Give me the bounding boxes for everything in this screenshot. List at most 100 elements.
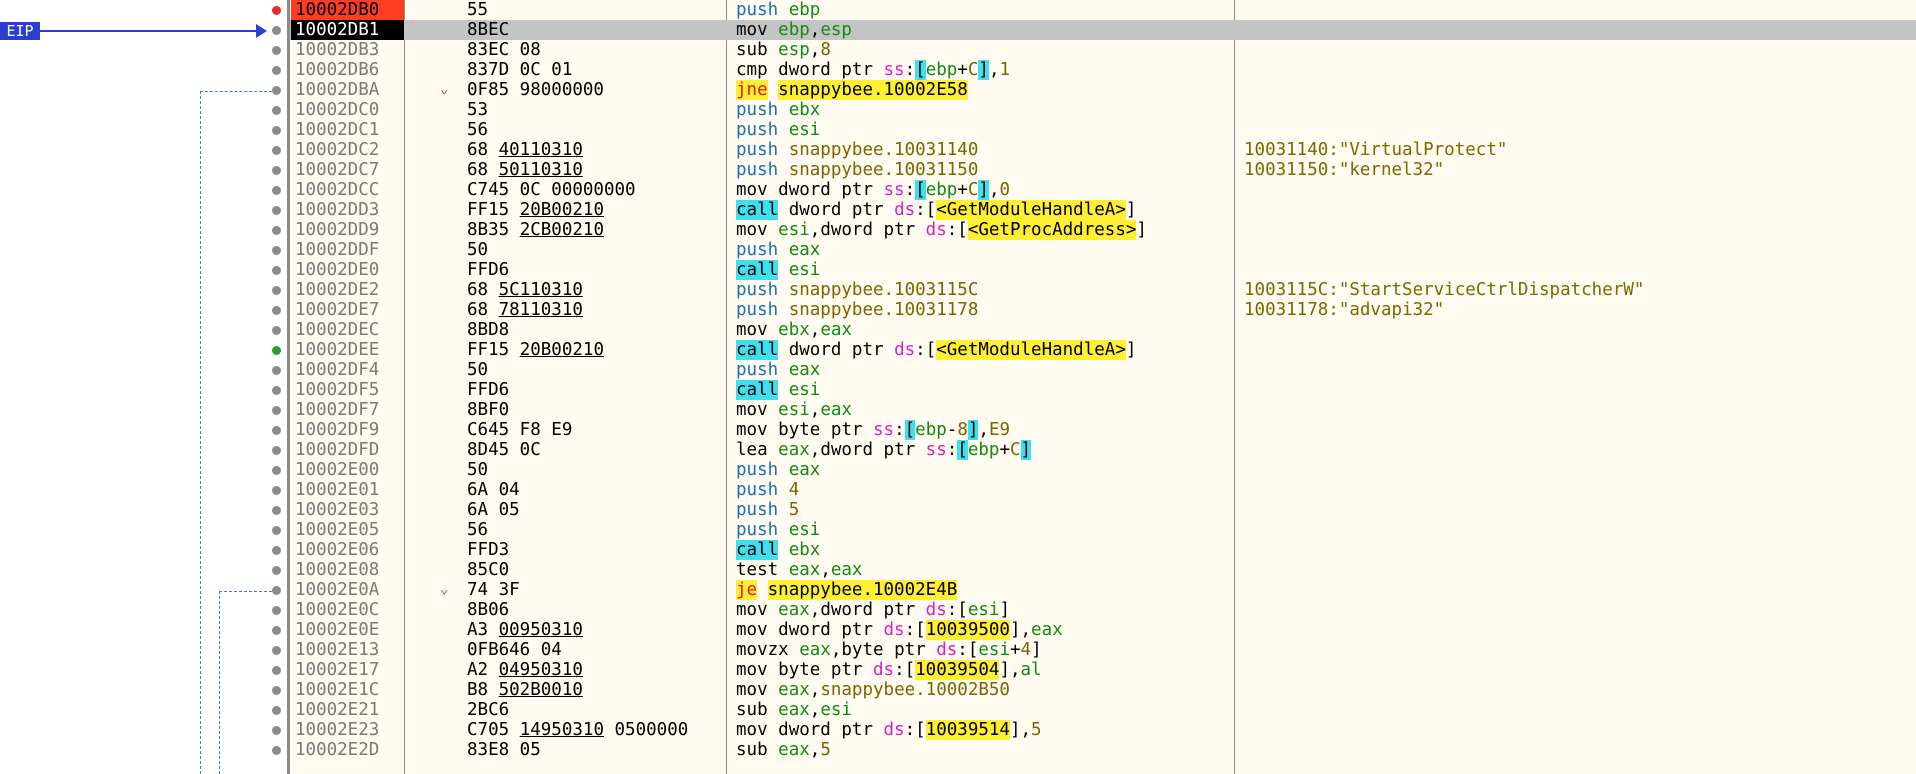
breakpoint-toggle-dot[interactable]: [272, 506, 281, 515]
instruction-row[interactable]: 10002DD3 FF15 20B00210 call dword ptr ds:[…: [290, 200, 1916, 220]
breakpoint-toggle-dot[interactable]: [272, 606, 281, 615]
breakpoint-toggle-dot[interactable]: [272, 46, 281, 55]
disassembly-token: esi: [788, 260, 821, 280]
instruction-row[interactable]: 10002DE0 FFD6 call esi: [290, 260, 1916, 280]
breakpoint-toggle-dot[interactable]: [272, 526, 281, 535]
bytes-token: 55: [467, 0, 489, 20]
breakpoint-toggle-dot[interactable]: [272, 706, 281, 715]
breakpoint-toggle-dot[interactable]: [272, 406, 281, 415]
disassembly-token: push: [736, 160, 779, 180]
instruction-row[interactable]: 10002DC0 53 push ebx: [290, 100, 1916, 120]
breakpoint-toggle-dot[interactable]: [272, 566, 281, 575]
instruction-disassembly: movzx eax,byte ptr ds:[esi+4]: [736, 640, 1042, 660]
breakpoint-toggle-dot[interactable]: [272, 66, 281, 75]
instruction-row[interactable]: 10002DC2 68 40110310 push snappybee.100311…: [290, 140, 1916, 160]
instruction-disassembly: push snappybee.10031140: [736, 140, 978, 160]
disassembly-listing[interactable]: 10002DB0 55 push ebp 10002DB1 8BEC mov ebp,es…: [290, 0, 1916, 774]
instruction-row[interactable]: 10002DC7 68 50110310 push snappybee.100311…: [290, 160, 1916, 180]
instruction-row[interactable]: 10002E13 0FB646 04 movzx eax,byte ptr ds:[…: [290, 640, 1916, 660]
disassembly-token: [768, 680, 779, 700]
jump-chevron-icon[interactable]: ⌄: [440, 579, 448, 599]
breakpoint-toggle-dot[interactable]: [272, 246, 281, 255]
instruction-row[interactable]: 10002E00 50 push eax: [290, 460, 1916, 480]
breakpoint-toggle-dot[interactable]: [272, 746, 281, 755]
breakpoint-toggle-dot[interactable]: [272, 26, 281, 35]
breakpoint-toggle-dot[interactable]: [272, 666, 281, 675]
instruction-row[interactable]: 10002DEE FF15 20B00210 call dword ptr ds:[…: [290, 340, 1916, 360]
disassembly-token: sub: [736, 740, 768, 760]
breakpoint-toggle-dot[interactable]: [272, 726, 281, 735]
breakpoint-toggle-dot[interactable]: [272, 306, 281, 315]
instruction-row[interactable]: 10002E0A ⌄ 74 3F je snappybee.10002E4B: [290, 580, 1916, 600]
instruction-row[interactable]: 10002E06 FFD3 call ebx: [290, 540, 1916, 560]
instruction-row[interactable]: 10002DC1 56 push esi: [290, 120, 1916, 140]
breakpoint-toggle-dot[interactable]: [272, 626, 281, 635]
breakpoint-toggle-dot[interactable]: [272, 86, 281, 95]
instruction-row[interactable]: 10002DE2 68 5C110310 push snappybee.100311…: [290, 280, 1916, 300]
instruction-row[interactable]: 10002DDF 50 push eax: [290, 240, 1916, 260]
instruction-row[interactable]: 10002E08 85C0 test eax,eax: [290, 560, 1916, 580]
instruction-row[interactable]: 10002E05 56 push esi: [290, 520, 1916, 540]
breakpoint-toggle-dot[interactable]: [272, 646, 281, 655]
instruction-row[interactable]: 10002DF9 C645 F8 E9 mov byte ptr ss:[ebp-8…: [290, 420, 1916, 440]
breakpoint-toggle-dot[interactable]: [272, 546, 281, 555]
instruction-row[interactable]: 10002DD9 8B35 2CB00210 mov esi,dword ptr d…: [290, 220, 1916, 240]
breakpoint-toggle-dot[interactable]: [272, 206, 281, 215]
instruction-row[interactable]: 10002DBA ⌄ 0F85 98000000 jne snappybee.1000…: [290, 80, 1916, 100]
instruction-row[interactable]: 10002DF5 FFD6 call esi: [290, 380, 1916, 400]
breakpoint-toggle-dot[interactable]: [272, 366, 281, 375]
breakpoint-toggle-dot[interactable]: [272, 426, 281, 435]
breakpoint-toggle-dot[interactable]: [272, 6, 281, 15]
breakpoint-toggle-dot[interactable]: [272, 386, 281, 395]
instruction-row[interactable]: 10002DB0 55 push ebp: [290, 0, 1916, 20]
instruction-disassembly: push snappybee.10031178: [736, 300, 978, 320]
instruction-row-current[interactable]: 10002DB1 8BEC mov ebp,esp: [290, 20, 1916, 40]
instruction-row[interactable]: 10002E0C 8B06 mov eax,dword ptr ds:[esi]: [290, 600, 1916, 620]
instruction-row[interactable]: 10002E21 2BC6 sub eax,esi: [290, 700, 1916, 720]
instruction-address: 10002DF4: [295, 360, 380, 380]
instruction-row[interactable]: 10002E2D 83E8 05 sub eax,5: [290, 740, 1916, 760]
instruction-row[interactable]: 10002DB6 837D 0C 01 cmp dword ptr ss:[ebp+…: [290, 60, 1916, 80]
disassembly-token: eax: [778, 680, 810, 700]
instruction-disassembly: push snappybee.1003115C: [736, 280, 978, 300]
breakpoint-toggle-dot[interactable]: [272, 686, 281, 695]
breakpoint-toggle-dot[interactable]: [272, 226, 281, 235]
instruction-row[interactable]: 10002DE7 68 78110310 push snappybee.100311…: [290, 300, 1916, 320]
instruction-disassembly: mov byte ptr ds:[10039504],al: [736, 660, 1042, 680]
instruction-row[interactable]: 10002DF7 8BF0 mov esi,eax: [290, 400, 1916, 420]
instruction-row[interactable]: 10002DFD 8D45 0C lea eax,dword ptr ss:[ebp…: [290, 440, 1916, 460]
instruction-row[interactable]: 10002DF4 50 push eax: [290, 360, 1916, 380]
breakpoint-toggle-dot[interactable]: [272, 186, 281, 195]
instruction-row[interactable]: 10002DB3 83EC 08 sub esp,8: [290, 40, 1916, 60]
breakpoint-toggle-dot[interactable]: [272, 586, 281, 595]
disassembly-token: esi: [967, 600, 1000, 620]
instruction-row[interactable]: 10002E23 C705 14950310 0500000 mov dword p…: [290, 720, 1916, 740]
instruction-row[interactable]: 10002E03 6A 05 push 5: [290, 500, 1916, 520]
breakpoint-toggle-dot[interactable]: [272, 486, 281, 495]
breakpoint-toggle-dot[interactable]: [272, 266, 281, 275]
instruction-row[interactable]: 10002E0E A3 00950310 mov dword ptr ds:[100…: [290, 620, 1916, 640]
instruction-row[interactable]: 10002E17 A2 04950310 mov byte ptr ds:[1003…: [290, 660, 1916, 680]
breakpoint-toggle-dot[interactable]: [272, 286, 281, 295]
disassembly-token: ,: [809, 220, 821, 240]
instruction-disassembly: je snappybee.10002E4B: [736, 580, 958, 600]
breakpoint-toggle-dot[interactable]: [272, 166, 281, 175]
breakpoint-toggle-dot[interactable]: [272, 146, 281, 155]
breakpoint-toggle-dot[interactable]: [272, 346, 281, 355]
disassembly-token: ],: [1009, 620, 1032, 640]
instruction-row[interactable]: 10002DCC C745 0C 00000000 mov dword ptr ss…: [290, 180, 1916, 200]
jump-chevron-icon[interactable]: ⌄: [440, 79, 448, 99]
instruction-row[interactable]: 10002DEC 8BD8 mov ebx,eax: [290, 320, 1916, 340]
disassembly-token: mov: [736, 600, 768, 620]
disassembly-token: eax: [1031, 620, 1063, 640]
breakpoint-toggle-dot[interactable]: [272, 446, 281, 455]
instruction-row[interactable]: 10002E1C B8 502B0010 mov eax,snappybee.100…: [290, 680, 1916, 700]
disassembly-token: ]: [978, 180, 989, 200]
disassembly-token: eax: [820, 400, 852, 420]
breakpoint-toggle-dot[interactable]: [272, 126, 281, 135]
breakpoint-toggle-dot[interactable]: [272, 326, 281, 335]
breakpoint-toggle-dot[interactable]: [272, 106, 281, 115]
disassembly-token: [778, 200, 789, 220]
instruction-row[interactable]: 10002E01 6A 04 push 4: [290, 480, 1916, 500]
breakpoint-toggle-dot[interactable]: [272, 466, 281, 475]
